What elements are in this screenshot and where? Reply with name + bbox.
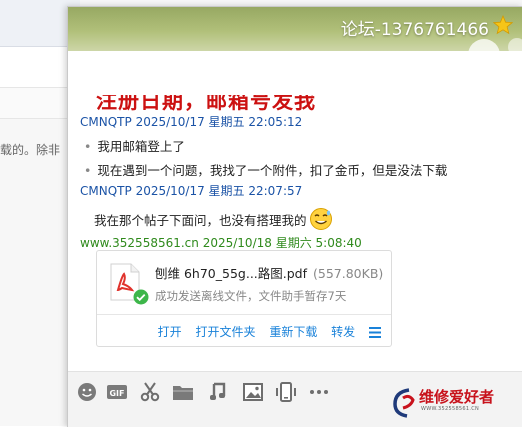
divider bbox=[97, 314, 391, 315]
menu-icon[interactable] bbox=[369, 327, 381, 338]
more-icon[interactable] bbox=[308, 381, 330, 403]
folder-icon[interactable] bbox=[172, 381, 194, 403]
awkward-smile-emoji-icon bbox=[309, 208, 332, 230]
open-folder-link[interactable]: 打开文件夹 bbox=[195, 325, 255, 339]
sender-name: www.352558561.cn bbox=[80, 236, 199, 250]
emoji-icon[interactable] bbox=[76, 381, 98, 403]
message-time: 2025/10/18 星期六 5:08:40 bbox=[202, 236, 362, 250]
brand-name: 维修爱好者 bbox=[419, 388, 495, 406]
file-name: 刨维 6h70_55g...路图.pdf (557.80KB) bbox=[155, 266, 384, 281]
message-line: • 现在遇到一个问题，我找了一个附件，扣了金币，但是没法下载 bbox=[84, 163, 448, 178]
gif-icon[interactable]: GIF bbox=[106, 381, 128, 403]
brand-logo: 维修爱好者 WWW.352558561.CN bbox=[391, 386, 511, 420]
music-icon[interactable] bbox=[206, 381, 228, 403]
chat-window: 论坛-1376761466 注册日期，邮箱号发我 CMNQTP 2025/10/… bbox=[67, 6, 522, 427]
file-actions: 打开 打开文件夹 重新下载 转发 bbox=[148, 323, 381, 340]
image-icon[interactable] bbox=[242, 381, 264, 403]
sender-name: CMNQTP bbox=[80, 184, 132, 198]
open-link[interactable]: 打开 bbox=[158, 325, 182, 339]
file-status: 成功发送离线文件，文件助手暂存7天 bbox=[155, 289, 347, 303]
title-bar[interactable]: 论坛-1376761466 bbox=[68, 7, 522, 95]
svg-text:GIF: GIF bbox=[109, 389, 124, 398]
file-transfer-card[interactable]: 刨维 6h70_55g...路图.pdf (557.80KB) 成功发送离线文件，… bbox=[96, 250, 392, 347]
brand-url: WWW.352558561.CN bbox=[421, 406, 480, 412]
window-title: 论坛-1376761466 bbox=[340, 20, 489, 40]
message-line: • 我用邮箱登上了 bbox=[84, 139, 185, 154]
file-size: (557.80KB) bbox=[313, 266, 384, 281]
message-header: CMNQTP 2025/10/17 星期五 22:07:57 bbox=[80, 182, 302, 199]
screen-share-icon[interactable] bbox=[275, 381, 297, 403]
message-time: 2025/10/17 星期五 22:05:12 bbox=[135, 115, 303, 129]
forward-link[interactable]: 转发 bbox=[331, 325, 355, 339]
brand-emblem-icon bbox=[393, 388, 415, 418]
message-header: CMNQTP 2025/10/17 星期五 22:05:12 bbox=[80, 113, 302, 130]
message-headline: 注册日期，邮箱号发我 bbox=[96, 88, 316, 113]
redownload-link[interactable]: 重新下载 bbox=[269, 325, 317, 339]
star-icon bbox=[493, 15, 513, 35]
message-line: 我在那个帖子下面问，也没有搭理我的 bbox=[94, 207, 333, 231]
message-time: 2025/10/17 星期五 22:07:57 bbox=[135, 184, 303, 198]
message-header: www.352558561.cn 2025/10/18 星期六 5:08:40 bbox=[80, 234, 362, 251]
success-check-icon bbox=[133, 289, 149, 305]
input-toolbar: GIF 维修爱好者 WWW.352558561.CN bbox=[68, 371, 522, 427]
sender-name: CMNQTP bbox=[80, 115, 132, 129]
scissors-icon[interactable] bbox=[139, 381, 161, 403]
